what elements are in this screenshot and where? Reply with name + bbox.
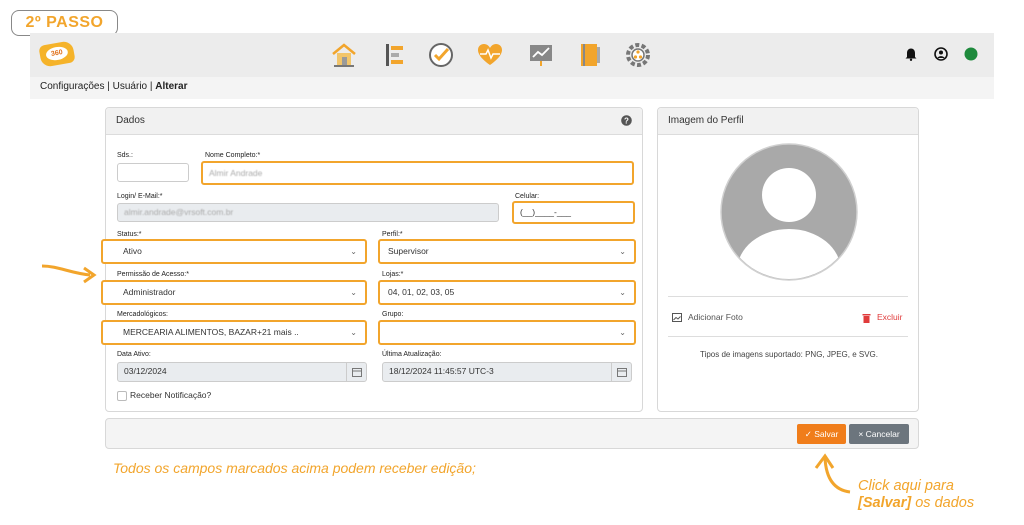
breadcrumb-configuracoes[interactable]: Configurações xyxy=(40,81,104,92)
image-icon xyxy=(672,313,682,322)
bell-icon[interactable] xyxy=(905,47,917,61)
receber-notificacao-label: Receber Notificação? xyxy=(130,390,212,400)
breadcrumb-usuario[interactable]: Usuário xyxy=(113,81,147,92)
sds-label: Sds.: xyxy=(117,152,133,159)
adicionar-foto-button[interactable]: Adicionar Foto xyxy=(688,312,743,322)
ultima-atualizacao-value: 18/12/2024 11:45:57 UTC-3 xyxy=(389,366,494,376)
notebook-icon[interactable] xyxy=(576,41,604,69)
save-button[interactable]: ✓ Salvar xyxy=(797,424,846,444)
celular-input[interactable]: (__)____-___ xyxy=(512,201,635,224)
grupo-label: Grupo: xyxy=(382,311,404,318)
ultima-atualizacao-input[interactable]: 18/12/2024 11:45:57 UTC-3 xyxy=(382,362,632,382)
nome-value: Almir Andrade xyxy=(209,168,263,178)
arrow-right-icon xyxy=(41,264,97,284)
click-hint-line1: Click aqui para xyxy=(858,478,954,494)
perfil-value: Supervisor xyxy=(388,246,429,256)
chevron-down-icon: ⌄ xyxy=(350,328,357,337)
image-types-hint: Tipos de imagens suportado: PNG, JPEG, e… xyxy=(699,350,878,359)
cancel-button[interactable]: × Cancelar xyxy=(849,424,909,444)
calendar-icon[interactable] xyxy=(611,363,631,381)
arrow-up-icon xyxy=(814,453,851,494)
chevron-down-icon: ⌄ xyxy=(350,288,357,297)
home-icon[interactable] xyxy=(330,41,358,69)
click-hint: Click aqui para [Salvar] os dados xyxy=(858,478,974,512)
sds-input[interactable] xyxy=(117,163,189,182)
perfil-label: Perfil:* xyxy=(382,231,403,238)
gear-network-icon[interactable] xyxy=(624,41,652,69)
check-icon: ✓ xyxy=(804,429,812,439)
app-logo[interactable]: 360 xyxy=(38,40,76,68)
heartbeat-icon[interactable] xyxy=(476,41,504,69)
login-label: Login/ E-Mail:* xyxy=(117,193,163,200)
top-navbar: 360 xyxy=(30,33,994,77)
actions-bar: ✓ Salvar × Cancelar xyxy=(105,418,919,449)
mercadologicos-label: Mercadológicos: xyxy=(117,311,168,318)
nome-label: Nome Completo:* xyxy=(205,152,261,159)
svg-text:?: ? xyxy=(624,116,629,125)
status-select[interactable]: Ativo ⌄ xyxy=(101,239,367,264)
chevron-down-icon: ⌄ xyxy=(619,328,626,337)
celular-label: Celular: xyxy=(515,193,540,200)
divider xyxy=(668,296,908,297)
check-circle-icon[interactable] xyxy=(427,41,455,69)
login-value: almir.andrade@vrsoft.com.br xyxy=(124,207,234,217)
calendar-icon[interactable] xyxy=(346,363,366,381)
list-icon[interactable] xyxy=(380,41,408,69)
click-hint-line2: os dados xyxy=(911,495,975,511)
click-hint-save-word: [Salvar] xyxy=(858,495,912,511)
permissao-value: Administrador xyxy=(123,287,176,297)
mercadologicos-value: MERCEARIA ALIMENTOS, BAZAR+21 mais .. xyxy=(123,327,299,337)
avatar-placeholder-icon xyxy=(720,143,858,281)
ultima-atualizacao-label: Última Atualização: xyxy=(382,351,442,358)
logo-text: 360 xyxy=(44,45,69,62)
lojas-value: 04, 01, 02, 03, 05 xyxy=(388,287,455,297)
data-ativo-value: 03/12/2024 xyxy=(124,366,167,376)
nome-input[interactable]: Almir Andrade xyxy=(201,161,634,185)
chevron-down-icon: ⌄ xyxy=(619,247,626,256)
status-dot-icon xyxy=(964,47,978,61)
perfil-image-panel: Imagem do Perfil Adicionar Foto Excluir … xyxy=(657,107,919,412)
breadcrumb-alterar: Alterar xyxy=(155,81,188,92)
lojas-label: Lojas:* xyxy=(382,271,404,278)
chart-board-icon[interactable] xyxy=(527,41,555,69)
perfil-image-title: Imagem do Perfil xyxy=(658,108,918,135)
instruction-caption: Todos os campos marcados acima podem rec… xyxy=(113,460,476,476)
breadcrumb: Configurações | Usuário | Alterar xyxy=(30,77,994,99)
help-icon[interactable]: ? xyxy=(621,115,632,126)
trash-icon[interactable] xyxy=(862,313,871,323)
chevron-down-icon: ⌄ xyxy=(619,288,626,297)
permissao-select[interactable]: Administrador ⌄ xyxy=(101,280,367,305)
grupo-select[interactable]: ⌄ xyxy=(378,320,636,345)
receber-notificacao-checkbox[interactable] xyxy=(117,391,127,401)
dados-panel: Dados ? Sds.: Nome Completo:* Almir Andr… xyxy=(101,107,643,412)
chevron-down-icon: ⌄ xyxy=(350,247,357,256)
divider xyxy=(668,336,908,337)
mercadologicos-select[interactable]: MERCEARIA ALIMENTOS, BAZAR+21 mais .. ⌄ xyxy=(101,320,367,345)
user-circle-icon[interactable] xyxy=(934,47,948,61)
permissao-label: Permissão de Acesso:* xyxy=(117,271,189,278)
lojas-select[interactable]: 04, 01, 02, 03, 05 ⌄ xyxy=(378,280,636,305)
dados-title: Dados xyxy=(106,108,642,135)
status-label: Status:* xyxy=(117,231,142,238)
data-ativo-input[interactable]: 03/12/2024 xyxy=(117,362,367,382)
status-value: Ativo xyxy=(123,246,142,256)
excluir-button[interactable]: Excluir xyxy=(877,312,903,322)
perfil-select[interactable]: Supervisor ⌄ xyxy=(378,239,636,264)
login-input[interactable]: almir.andrade@vrsoft.com.br xyxy=(117,203,499,222)
close-icon: × xyxy=(858,429,864,439)
data-ativo-label: Data Ativo: xyxy=(117,351,151,358)
